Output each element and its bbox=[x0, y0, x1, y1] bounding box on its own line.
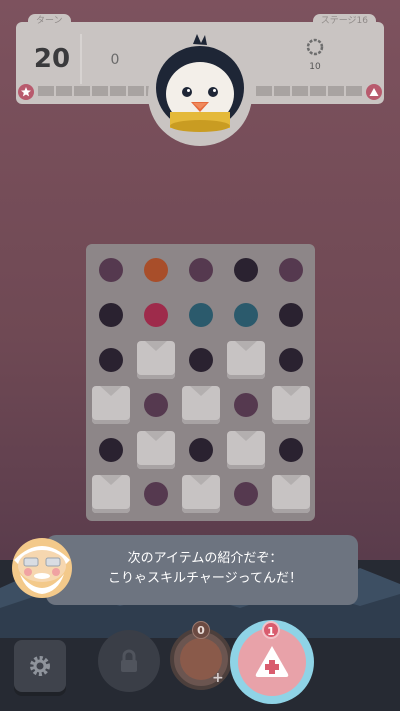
dialog-line-1: 次のアイテムの紹介だぞ： bbox=[127, 551, 283, 566]
board-dot[interactable] bbox=[99, 438, 123, 462]
stone-block bbox=[182, 386, 220, 424]
turns-remaining: 20 bbox=[33, 44, 71, 74]
board-dot[interactable] bbox=[279, 348, 303, 372]
board-dot[interactable] bbox=[189, 348, 213, 372]
stage-goal-count: 10 bbox=[309, 62, 321, 72]
tutorial-dialog[interactable]: 次のアイテムの紹介だぞ： こりゃスキルチャージってんだ！ bbox=[46, 535, 358, 605]
board-dot[interactable] bbox=[234, 258, 258, 282]
lock-icon bbox=[121, 649, 137, 672]
score-value: 0 bbox=[110, 52, 120, 68]
stone-block bbox=[272, 475, 310, 513]
triangle-plus-icon bbox=[255, 646, 289, 677]
board-dot[interactable] bbox=[189, 258, 213, 282]
board-dot[interactable] bbox=[144, 482, 168, 506]
divider bbox=[80, 34, 82, 84]
board-dot[interactable] bbox=[234, 303, 258, 327]
board-dot[interactable] bbox=[99, 258, 123, 282]
dialog-line-2: こりゃスキルチャージってんだ！ bbox=[108, 571, 302, 586]
gear-icon bbox=[30, 656, 50, 676]
board-dot[interactable] bbox=[279, 258, 303, 282]
game-board bbox=[86, 244, 315, 525]
triangle-icon bbox=[366, 84, 382, 100]
stone-block bbox=[92, 475, 130, 513]
board-dot[interactable] bbox=[189, 303, 213, 327]
item-b-count-badge: 1 bbox=[262, 621, 280, 639]
stage-goal-icon bbox=[306, 38, 324, 56]
progress-bar-right bbox=[256, 86, 362, 96]
dialog-text: 次のアイテムの紹介だぞ： こりゃスキルチャージってんだ！ bbox=[66, 549, 344, 589]
board-dot[interactable] bbox=[234, 482, 258, 506]
stone-block bbox=[272, 386, 310, 424]
add-item-icon: + bbox=[212, 670, 224, 686]
settings-button[interactable] bbox=[14, 640, 66, 692]
stone-block bbox=[92, 386, 130, 424]
stone-block bbox=[182, 475, 220, 513]
board-dot[interactable] bbox=[99, 303, 123, 327]
board-dot[interactable] bbox=[144, 393, 168, 417]
old-man-avatar bbox=[12, 538, 72, 598]
penguin-mascot bbox=[156, 34, 244, 132]
stone-block bbox=[137, 431, 175, 469]
star-icon bbox=[18, 84, 34, 100]
board-dot[interactable] bbox=[144, 258, 168, 282]
locked-item-slot[interactable] bbox=[98, 630, 160, 692]
stone-block bbox=[227, 341, 265, 379]
board-dot[interactable] bbox=[144, 303, 168, 327]
turn-label: ターン bbox=[28, 14, 71, 28]
item-a-count-badge: 0 bbox=[192, 621, 210, 639]
board-dot[interactable] bbox=[189, 438, 213, 462]
board-dot[interactable] bbox=[234, 393, 258, 417]
progress-bar-left bbox=[38, 86, 162, 96]
stage-label: ステージ16 bbox=[312, 14, 376, 28]
board-dot[interactable] bbox=[279, 438, 303, 462]
stone-block bbox=[227, 431, 265, 469]
board-dot[interactable] bbox=[279, 303, 303, 327]
stone-block bbox=[137, 341, 175, 379]
board-dot[interactable] bbox=[99, 348, 123, 372]
